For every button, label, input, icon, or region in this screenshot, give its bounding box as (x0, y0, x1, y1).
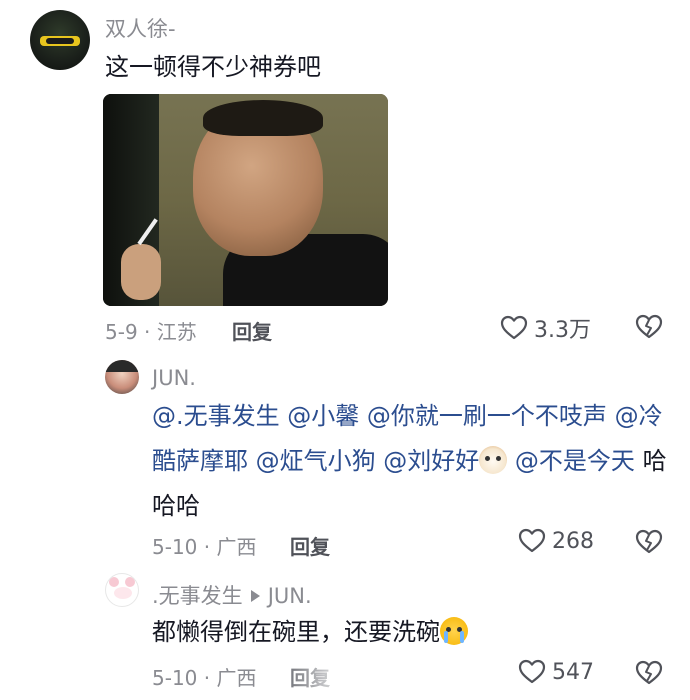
avatar[interactable] (105, 573, 139, 607)
like-button[interactable]: 547 (518, 659, 594, 685)
loudly-crying-emoji (440, 617, 468, 645)
avatar-ear (109, 577, 119, 587)
comment-text: @.无事发生 @小馨 @你就一刷一个不吱声 @冷酷萨摩耶 @炡气小狗 @刘好好 … (152, 394, 672, 529)
avatar-hair (105, 360, 139, 372)
avatar-ear (125, 577, 135, 587)
dislike-button[interactable] (635, 314, 663, 344)
like-count: 547 (552, 659, 594, 685)
like-count: 3.3万 (534, 318, 591, 343)
broken-heart-icon (635, 314, 663, 339)
mention-link[interactable]: @.无事发生 (152, 402, 280, 430)
mention-link[interactable]: @小馨 (287, 402, 359, 430)
mention-link[interactable]: @刘好好 (383, 447, 479, 475)
reply-arrow-icon (250, 590, 260, 602)
username[interactable]: 双人徐- (105, 13, 176, 43)
dislike-button[interactable] (635, 660, 663, 690)
like-button[interactable]: 268 (518, 528, 594, 554)
username[interactable]: JUN. (152, 366, 196, 390)
reply-header: .无事发生 JUN. (152, 580, 312, 610)
like-button[interactable]: 3.3万 (500, 312, 591, 344)
image-hand (121, 244, 161, 300)
dislike-button[interactable] (635, 529, 663, 559)
mention-link[interactable]: @炡气小狗 (256, 447, 376, 475)
avatar[interactable] (105, 360, 139, 394)
comment-image[interactable] (103, 94, 388, 306)
username[interactable]: .无事发生 (152, 584, 243, 608)
broken-heart-icon (635, 660, 663, 685)
comment-meta: 5-9 · 江苏 (105, 320, 197, 344)
avatar[interactable] (30, 10, 90, 70)
comment-text: 都懒得倒在碗里，还要洗碗 (152, 610, 468, 655)
comment-text: 这一顿得不少神券吧 (105, 53, 321, 81)
comment-text-body: 都懒得倒在碗里，还要洗碗 (152, 618, 440, 646)
reply-to-username[interactable]: JUN. (268, 584, 312, 608)
avatar-face (114, 587, 132, 599)
mention-link-continued[interactable]: 是今天 (563, 447, 635, 475)
comment-meta: 5-10 · 广西 (152, 666, 257, 690)
reply-button[interactable]: 回复 (290, 531, 330, 560)
like-count: 268 (552, 528, 594, 554)
mention-link[interactable]: @不 (515, 447, 563, 475)
heart-outline-icon (518, 659, 546, 684)
mention-link[interactable]: @你就一刷一个不吱声 (367, 402, 607, 430)
dog-face-emoji (479, 446, 508, 474)
broken-heart-icon (635, 529, 663, 554)
heart-outline-icon (518, 528, 546, 553)
watermark-overlay (288, 665, 408, 691)
image-hair (203, 100, 323, 136)
avatar-eyes (46, 38, 74, 44)
comment-meta: 5-10 · 广西 (152, 535, 257, 559)
reply-button[interactable]: 回复 (232, 316, 272, 345)
heart-outline-icon (500, 315, 528, 340)
